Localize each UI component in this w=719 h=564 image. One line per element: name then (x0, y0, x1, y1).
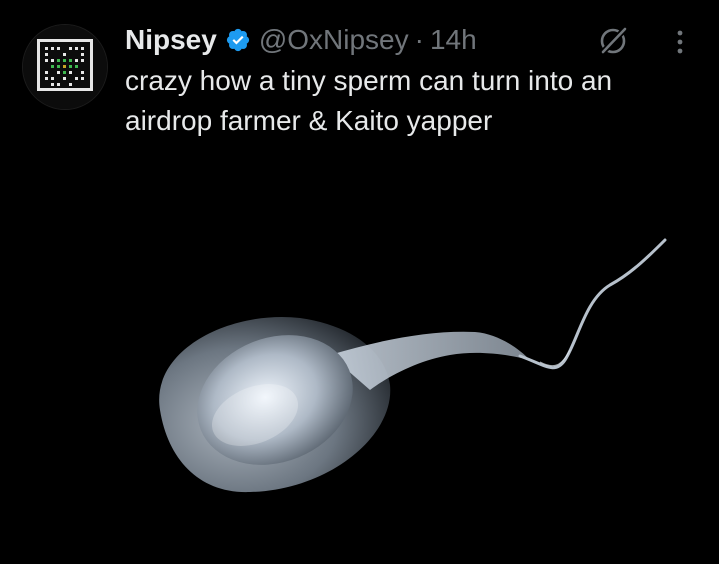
verified-badge-icon[interactable] (225, 27, 251, 53)
tweet-text-line: crazy how a tiny sperm can turn into an (125, 65, 613, 96)
more-options-icon[interactable] (668, 26, 692, 58)
pixel-art-avatar-icon (23, 25, 107, 109)
tweet-media-image[interactable] (0, 150, 719, 559)
tweet-text-line: airdrop farmer & Kaito yapper (125, 105, 493, 136)
tweet-card[interactable]: Nipsey @OxNipsey · 14h crazy how a tiny … (0, 0, 719, 559)
tweet-text: crazy how a tiny sperm can turn into an … (125, 61, 695, 141)
sperm-cell-illustration (159, 238, 667, 493)
avatar[interactable] (22, 24, 108, 110)
tweet-header: Nipsey @OxNipsey · 14h (125, 22, 477, 58)
grok-icon[interactable] (596, 24, 630, 58)
author-handle[interactable]: @OxNipsey (259, 24, 409, 56)
author-display-name[interactable]: Nipsey (125, 24, 217, 56)
timestamp[interactable]: 14h (430, 24, 477, 56)
separator-dot: · (414, 24, 424, 55)
